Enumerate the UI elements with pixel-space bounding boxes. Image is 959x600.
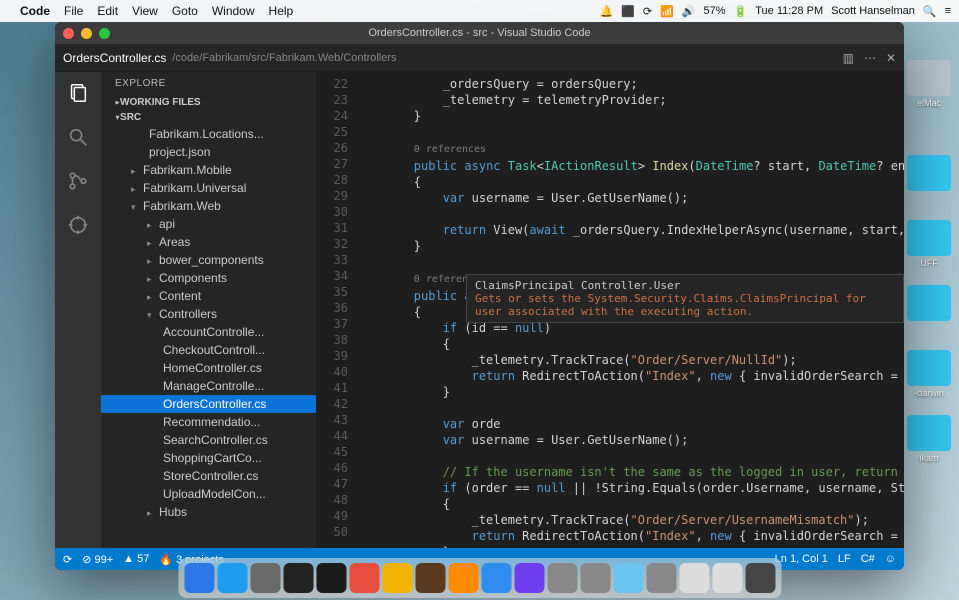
dock-app-icon[interactable]	[448, 563, 478, 593]
hover-tooltip: ClaimsPrincipal Controller.User Gets or …	[466, 274, 904, 323]
split-editor-icon[interactable]: ▥	[843, 51, 854, 65]
file-item[interactable]: UploadModelCon...	[101, 485, 316, 503]
code-editor[interactable]: 2223242526272829303132333435363738394041…	[316, 72, 904, 548]
source-control-icon[interactable]	[65, 168, 91, 194]
dock-app-icon[interactable]	[382, 563, 412, 593]
file-item[interactable]: project.json	[101, 143, 316, 161]
desktop-item[interactable]	[905, 155, 953, 193]
wifi-icon[interactable]: 📶	[660, 5, 674, 18]
folder-item[interactable]: Fabrikam.Web	[101, 197, 316, 215]
dock-app-icon[interactable]	[580, 563, 610, 593]
dock-app-icon[interactable]	[217, 563, 247, 593]
status-warnings[interactable]: ▲ 57	[123, 553, 149, 565]
editor-tabbar: OrdersController.cs /code/Fabrikam/src/F…	[55, 44, 904, 72]
dock-app-icon[interactable]	[547, 563, 577, 593]
dock-app-icon[interactable]	[514, 563, 544, 593]
folder-item[interactable]: api	[101, 215, 316, 233]
macos-dock	[178, 558, 781, 598]
explorer-icon[interactable]	[65, 80, 91, 106]
folder-item[interactable]: Fabrikam.Mobile	[101, 161, 316, 179]
folder-item[interactable]: Areas	[101, 233, 316, 251]
menu-edit[interactable]: Edit	[97, 4, 118, 18]
file-item[interactable]: SearchController.cs	[101, 431, 316, 449]
file-item[interactable]: StoreController.cs	[101, 467, 316, 485]
dropbox-icon[interactable]: ⬛	[621, 5, 635, 18]
file-item[interactable]: ShoppingCartCo...	[101, 449, 316, 467]
clock[interactable]: Tue 11:28 PM	[755, 5, 823, 17]
file-item[interactable]: HomeController.cs	[101, 359, 316, 377]
desktop-item[interactable]: UFF	[905, 220, 953, 268]
dock-app-icon[interactable]	[250, 563, 280, 593]
file-item[interactable]: Recommendatio...	[101, 413, 316, 431]
open-file-name[interactable]: OrdersController.cs	[63, 51, 166, 65]
src-section[interactable]: SRC	[101, 110, 316, 125]
menu-view[interactable]: View	[132, 4, 158, 18]
window-title: OrdersController.cs - src - Visual Studi…	[55, 27, 904, 39]
dock-app-icon[interactable]	[184, 563, 214, 593]
dock-app-icon[interactable]	[712, 563, 742, 593]
vscode-window: OrdersController.cs - src - Visual Studi…	[55, 22, 904, 570]
explorer-title: EXPLORE	[101, 72, 316, 95]
status-eol[interactable]: LF	[838, 553, 851, 565]
search-icon[interactable]	[65, 124, 91, 150]
file-item[interactable]: Fabrikam.Locations...	[101, 125, 316, 143]
user-name[interactable]: Scott Hanselman	[831, 5, 915, 17]
battery-percent[interactable]: 57%	[704, 5, 726, 17]
line-number-gutter: 2223242526272829303132333435363738394041…	[316, 72, 356, 548]
dock-app-icon[interactable]	[646, 563, 676, 593]
working-files-section[interactable]: WORKING FILES	[101, 95, 316, 110]
folder-item[interactable]: Fabrikam.Universal	[101, 179, 316, 197]
menu-goto[interactable]: Goto	[172, 4, 198, 18]
volume-icon[interactable]: 🔊	[682, 5, 696, 18]
status-errors[interactable]: ⊘ 99+	[82, 553, 113, 566]
status-cursor-position[interactable]: Ln 1, Col 1	[775, 553, 828, 565]
folder-item[interactable]: Components	[101, 269, 316, 287]
open-file-path: /code/Fabrikam/src/Fabrikam.Web/Controll…	[172, 52, 396, 64]
spotlight-icon[interactable]: 🔍	[923, 5, 937, 18]
more-actions-icon[interactable]: ⋯	[864, 51, 876, 65]
macos-menubar: Code File Edit View Goto Window Help 🔔 ⬛ ⟳ 📶 …	[0, 0, 959, 22]
menu-window[interactable]: Window	[212, 4, 255, 18]
menu-help[interactable]: Help	[269, 4, 294, 18]
active-app-name[interactable]: Code	[20, 4, 50, 18]
hover-documentation: Gets or sets the System.Security.Claims.…	[475, 292, 895, 318]
hover-signature: ClaimsPrincipal Controller.User	[475, 279, 895, 292]
folder-item[interactable]: Content	[101, 287, 316, 305]
debug-icon[interactable]	[65, 212, 91, 238]
desktop-item[interactable]: elMac	[905, 60, 953, 108]
menu-file[interactable]: File	[64, 4, 83, 18]
window-titlebar[interactable]: OrdersController.cs - src - Visual Studi…	[55, 22, 904, 44]
notification-center-icon[interactable]: ≡	[945, 5, 951, 17]
file-item[interactable]: OrdersController.cs	[101, 395, 316, 413]
explorer-sidebar: EXPLORE WORKING FILES SRC Fabrikam.Locat…	[101, 72, 316, 548]
notification-icon[interactable]: 🔔	[599, 5, 613, 18]
activity-bar	[55, 72, 101, 548]
file-item[interactable]: ManageControlle...	[101, 377, 316, 395]
sync-icon[interactable]: ⟳	[643, 5, 652, 18]
file-item[interactable]: CheckoutControll...	[101, 341, 316, 359]
folder-item[interactable]: Controllers	[101, 305, 316, 323]
folder-item[interactable]: Hubs	[101, 503, 316, 521]
dock-app-icon[interactable]	[745, 563, 775, 593]
status-sync-icon[interactable]: ⟳	[63, 553, 72, 566]
desktop-item[interactable]: -darwin	[905, 350, 953, 398]
file-item[interactable]: AccountControlle...	[101, 323, 316, 341]
file-tree: Fabrikam.Locations...project.jsonFabrika…	[101, 125, 316, 548]
status-language[interactable]: C#	[861, 553, 875, 565]
dock-app-icon[interactable]	[613, 563, 643, 593]
dock-app-icon[interactable]	[481, 563, 511, 593]
dock-app-icon[interactable]	[679, 563, 709, 593]
menubar-status-area: 🔔 ⬛ ⟳ 📶 🔊 57% 🔋 Tue 11:28 PM Scott Hanse…	[599, 5, 951, 18]
battery-icon[interactable]: 🔋	[734, 5, 748, 18]
dock-app-icon[interactable]	[316, 563, 346, 593]
dock-app-icon[interactable]	[415, 563, 445, 593]
folder-item[interactable]: bower_components	[101, 251, 316, 269]
status-feedback-icon[interactable]: ☺	[885, 553, 896, 565]
close-tab-icon[interactable]: ✕	[886, 51, 896, 65]
desktop-item[interactable]	[905, 285, 953, 323]
desktop-item[interactable]: ikam	[905, 415, 953, 463]
dock-app-icon[interactable]	[283, 563, 313, 593]
dock-app-icon[interactable]	[349, 563, 379, 593]
